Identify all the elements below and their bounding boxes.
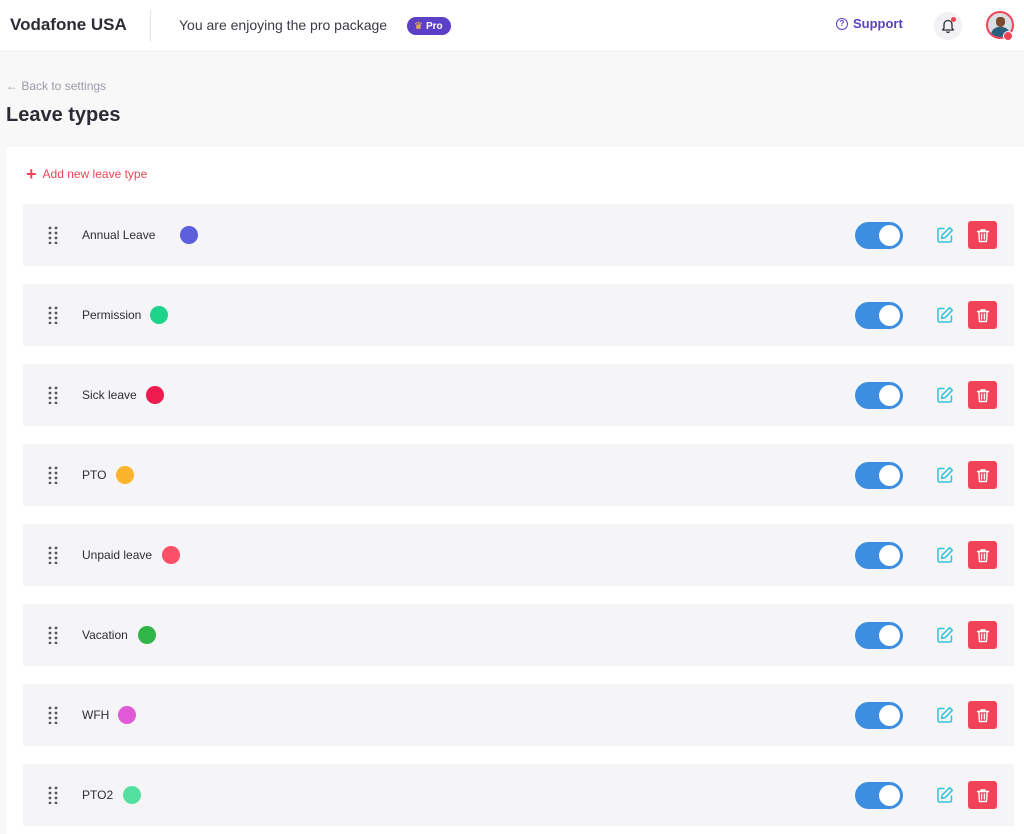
trash-icon (976, 708, 989, 722)
help-circle-icon: ? (836, 17, 848, 30)
leave-type-color-dot (150, 306, 168, 324)
leave-type-color-dot (116, 466, 134, 484)
delete-button[interactable] (968, 781, 997, 809)
notifications-button[interactable] (934, 12, 962, 40)
trash-icon (976, 548, 989, 562)
package-text: You are enjoying the pro package (179, 17, 388, 33)
leave-type-label: Unpaid leave (82, 548, 153, 562)
leave-type-toggle[interactable] (855, 222, 903, 249)
leave-type-label: WFH (82, 708, 110, 722)
header-divider (150, 10, 151, 42)
support-label: Support (853, 16, 903, 31)
leave-type-color-dot (162, 546, 180, 564)
leave-type-label: Vacation (82, 628, 128, 642)
notification-dot (951, 17, 956, 22)
delete-button[interactable] (968, 621, 997, 649)
drag-handle-icon[interactable] (48, 546, 60, 564)
leave-type-row: PTO (23, 444, 1014, 506)
leave-type-row: Permission (23, 284, 1014, 346)
back-to-settings-link[interactable]: ← Back to settings (6, 79, 106, 93)
leave-type-row: WFH (23, 684, 1014, 746)
delete-button[interactable] (968, 541, 997, 569)
drag-handle-icon[interactable] (48, 786, 60, 804)
leave-type-row: PTO2 (23, 764, 1014, 826)
edit-icon[interactable] (935, 465, 955, 485)
edit-icon[interactable] (935, 385, 955, 405)
drag-handle-icon[interactable] (48, 226, 60, 244)
leave-type-toggle[interactable] (855, 302, 903, 329)
brand-name: Vodafone USA (10, 15, 127, 34)
trash-icon (976, 628, 989, 642)
page-title: Leave types (6, 104, 121, 126)
edit-icon[interactable] (935, 545, 955, 565)
pro-badge: ♛ Pro (407, 17, 451, 35)
leave-type-label: PTO2 (82, 788, 114, 802)
leave-type-row: Sick leave (23, 364, 1014, 426)
leave-type-label: Annual Leave (82, 228, 156, 242)
plus-icon: + (26, 164, 37, 184)
leave-type-label: PTO (82, 468, 107, 482)
drag-handle-icon[interactable] (48, 626, 60, 644)
trash-icon (976, 228, 989, 242)
leave-type-row: Vacation (23, 604, 1014, 666)
top-header: Vodafone USA You are enjoying the pro pa… (0, 0, 1024, 52)
leave-type-label: Permission (82, 308, 142, 322)
trash-icon (976, 788, 989, 802)
leave-type-color-dot (118, 706, 136, 724)
leave-type-row: Annual Leave (23, 204, 1014, 266)
leave-types-card: + Add new leave type Annual Leave Permis… (6, 147, 1024, 834)
edit-icon[interactable] (935, 305, 955, 325)
drag-handle-icon[interactable] (48, 466, 60, 484)
leave-type-row: Unpaid leave (23, 524, 1014, 586)
edit-icon[interactable] (935, 785, 955, 805)
avatar-status-badge (1003, 31, 1013, 41)
delete-button[interactable] (968, 461, 997, 489)
trash-icon (976, 388, 989, 402)
leave-type-color-dot (138, 626, 156, 644)
leave-type-label: Sick leave (82, 388, 137, 402)
delete-button[interactable] (968, 301, 997, 329)
trash-icon (976, 468, 989, 482)
leave-type-toggle[interactable] (855, 462, 903, 489)
add-leave-type-label: Add new leave type (42, 167, 148, 181)
crown-icon: ♛ (414, 20, 423, 32)
add-leave-type-button[interactable]: + Add new leave type (26, 164, 148, 184)
delete-button[interactable] (968, 701, 997, 729)
leave-type-toggle[interactable] (855, 382, 903, 409)
edit-icon[interactable] (935, 625, 955, 645)
delete-button[interactable] (968, 221, 997, 249)
pro-badge-label: Pro (425, 20, 443, 32)
leave-type-toggle[interactable] (855, 702, 903, 729)
leave-type-toggle[interactable] (855, 542, 903, 569)
drag-handle-icon[interactable] (48, 706, 60, 724)
drag-handle-icon[interactable] (48, 386, 60, 404)
leave-type-color-dot (146, 386, 164, 404)
leave-type-toggle[interactable] (855, 782, 903, 809)
trash-icon (976, 308, 989, 322)
leave-type-toggle[interactable] (855, 622, 903, 649)
edit-icon[interactable] (935, 225, 955, 245)
leave-type-color-dot (123, 786, 141, 804)
leave-type-color-dot (180, 226, 198, 244)
edit-icon[interactable] (935, 705, 955, 725)
delete-button[interactable] (968, 381, 997, 409)
drag-handle-icon[interactable] (48, 306, 60, 324)
support-link[interactable]: ? Support (836, 16, 903, 31)
